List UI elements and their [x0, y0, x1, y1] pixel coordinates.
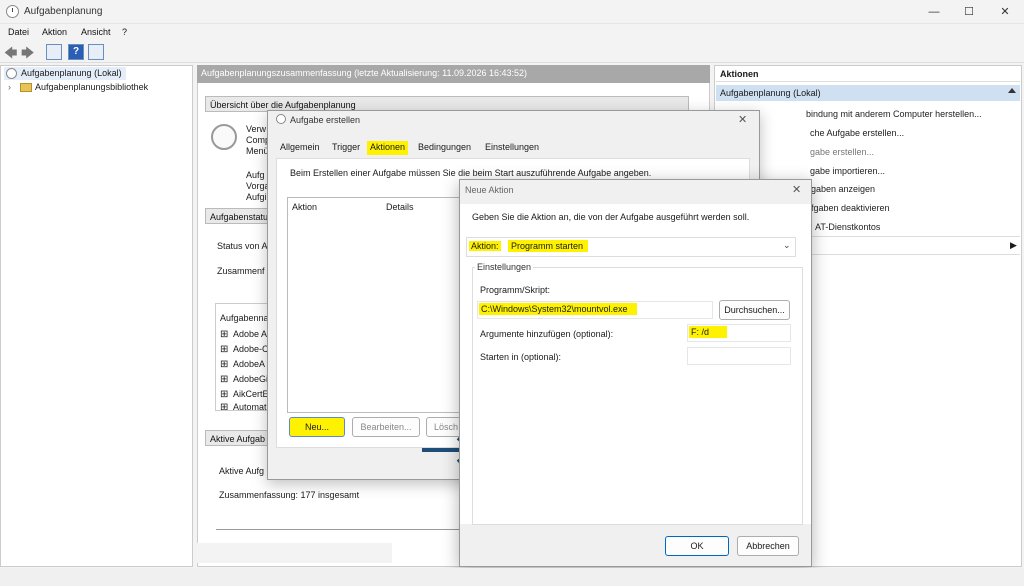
action-connect[interactable]: bindung mit anderem Computer herstellen.… — [806, 109, 982, 119]
window-title: Aufgabenplanung — [24, 6, 103, 17]
actions-title: Aktionen — [716, 67, 1020, 82]
expand-icon[interactable]: ⊞ — [220, 329, 228, 340]
browse-button[interactable]: Durchsuchen... — [719, 300, 790, 320]
back-arrow-icon[interactable]: 🡄 — [4, 44, 17, 66]
task-row[interactable]: AdobeGi — [233, 374, 268, 384]
console-icon[interactable] — [46, 44, 62, 60]
expand-icon[interactable]: ⊞ — [220, 374, 228, 385]
actions-group[interactable]: Aufgabenplanung (Lokal) — [716, 85, 1020, 101]
tree-library-label[interactable]: Aufgabenplanungsbibliothek — [35, 82, 148, 92]
tree-pane — [0, 65, 193, 567]
clock-icon — [211, 124, 237, 150]
action-type-value[interactable]: Programm starten — [508, 240, 588, 252]
action-import-task[interactable]: gabe importieren... — [810, 166, 885, 176]
edit-action-button[interactable]: Bearbeiten... — [352, 417, 420, 437]
task-row[interactable]: Adobe-C — [233, 344, 269, 354]
overview-text: Aufg — [246, 170, 265, 180]
task-row[interactable]: AikCertE — [233, 389, 269, 399]
arguments-value[interactable]: F: /d — [689, 326, 727, 338]
title-bar — [0, 0, 1024, 24]
overview-text: Vorga — [246, 181, 270, 191]
clock-icon — [276, 114, 286, 124]
action-disable-history[interactable]: fgaben deaktivieren — [811, 203, 890, 213]
divider — [812, 236, 1020, 237]
scroll-area — [197, 543, 392, 563]
cancel-button[interactable]: Abbrechen — [737, 536, 799, 556]
clock-icon — [6, 68, 17, 79]
task-row[interactable]: AdobeA — [233, 359, 265, 369]
action-type-label: Aktion: — [469, 241, 501, 251]
action-create-basic-task[interactable]: che Aufgabe erstellen... — [810, 128, 904, 138]
program-label: Programm/Skript: — [480, 285, 551, 295]
expand-icon[interactable]: ⊞ — [220, 344, 228, 355]
status-label: Status von A — [217, 241, 268, 251]
tab-bedingungen[interactable]: Bedingungen — [415, 141, 474, 155]
overview-text: Menü — [246, 146, 269, 156]
overview-text: Verw — [246, 124, 267, 134]
tab-aktionen[interactable]: Aktionen — [367, 141, 409, 155]
start-in-input[interactable] — [687, 347, 791, 365]
ok-button[interactable]: OK — [665, 536, 729, 556]
close-icon[interactable]: ✕ — [738, 113, 747, 126]
status-bar — [0, 568, 1024, 586]
active-tasks-header[interactable]: Aktive Aufgab — [205, 430, 275, 446]
new-action-title: Neue Aktion — [465, 185, 514, 195]
settings-legend: Einstellungen — [475, 262, 534, 272]
submenu-arrow-icon[interactable]: ▶ — [1010, 240, 1017, 251]
tab-einstellungen[interactable]: Einstellungen — [482, 141, 542, 155]
menu-help[interactable]: ? — [122, 27, 127, 37]
clock-icon — [6, 5, 19, 18]
task-table-header: Aufgabenna — [220, 313, 269, 323]
summary-header: Aufgabenplanungszusammenfassung (letzte … — [197, 65, 710, 83]
close-icon[interactable]: ✕ — [792, 183, 801, 196]
maximize-button[interactable]: ☐ — [955, 4, 983, 20]
chevron-down-icon[interactable]: ⌄ — [783, 240, 791, 251]
summary-label: Zusammenf — [217, 266, 265, 276]
expand-icon[interactable]: ⊞ — [220, 359, 228, 370]
divider — [216, 529, 461, 539]
task-count-summary: Zusammenfassung: 177 insgesamt — [219, 490, 360, 500]
expand-icon[interactable]: ⊞ — [220, 402, 228, 410]
help-icon[interactable]: ? — [68, 44, 84, 60]
tree-root-label: Aufgabenplanung (Lokal) — [21, 68, 122, 78]
start-in-label: Starten in (optional): — [480, 352, 562, 362]
program-value[interactable]: C:\Windows\System32\mountvol.exe — [479, 303, 637, 315]
forward-arrow-icon[interactable]: 🡆 — [21, 44, 34, 66]
menu-aktion[interactable]: Aktion — [42, 27, 67, 37]
arguments-label: Argumente hinzufügen (optional): — [480, 329, 614, 339]
column-details[interactable]: Details — [386, 202, 414, 212]
action-create-task[interactable]: gabe erstellen... — [810, 147, 874, 157]
close-button[interactable]: ✕ — [991, 4, 1019, 20]
column-aktion[interactable]: Aktion — [292, 202, 317, 212]
divider — [812, 254, 1020, 255]
tab-allgemein[interactable]: Allgemein — [277, 141, 323, 155]
toolbar — [0, 41, 1024, 63]
action-at-service[interactable]: AT-Dienstkontos — [815, 222, 880, 232]
action-show-running[interactable]: gaben anzeigen — [811, 184, 875, 194]
task-row[interactable]: Adobe A — [233, 329, 267, 339]
minimize-button[interactable]: — — [920, 4, 948, 20]
create-task-description: Beim Erstellen einer Aufgabe müssen Sie … — [290, 168, 652, 178]
active-tasks-label: Aktive Aufg — [219, 466, 265, 476]
chevron-right-icon[interactable]: › — [8, 82, 11, 92]
new-action-description: Geben Sie die Aktion an, die von der Auf… — [472, 212, 750, 222]
show-pane-icon[interactable] — [88, 44, 104, 60]
folder-icon — [20, 83, 32, 92]
collapse-icon[interactable] — [1008, 88, 1016, 93]
tab-trigger[interactable]: Trigger — [329, 141, 363, 155]
create-task-title: Aufgabe erstellen — [290, 115, 361, 125]
expand-icon[interactable]: ⊞ — [220, 389, 228, 400]
status-header[interactable]: Aufgabenstatu — [205, 208, 275, 224]
overview-text: Aufgi — [246, 192, 267, 202]
menu-datei[interactable]: Datei — [8, 27, 29, 37]
new-action-button[interactable]: Neu... — [289, 417, 345, 437]
task-row[interactable]: Automat — [233, 402, 267, 410]
menu-ansicht[interactable]: Ansicht — [81, 27, 111, 37]
